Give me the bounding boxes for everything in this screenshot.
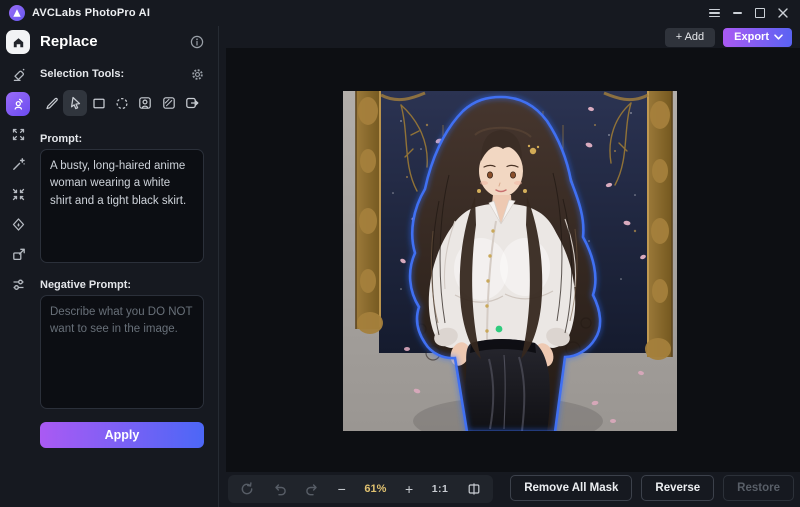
app-logo-icon — [9, 5, 25, 21]
mask-marker — [495, 325, 503, 333]
remove-all-mask-button[interactable]: Remove All Mask — [510, 475, 633, 501]
lasso-tool-icon[interactable] — [63, 90, 87, 116]
page-title: Replace — [40, 33, 98, 50]
app-title: AVCLabs PhotoPro AI — [32, 7, 151, 19]
zoom-level-value: 61% — [364, 483, 387, 495]
canvas-toolbar: − 61% + 1:1 — [228, 475, 493, 503]
brush-tool-icon[interactable] — [40, 90, 63, 116]
stage-footer: − 61% + 1:1 Remove All Mask Reverse Rest… — [219, 472, 800, 507]
magic-wand-icon[interactable] — [6, 152, 30, 176]
move-selection-icon[interactable] — [181, 90, 204, 116]
actual-size-button[interactable]: 1:1 — [432, 483, 449, 495]
gear-icon[interactable] — [191, 68, 204, 81]
close-icon[interactable] — [778, 8, 788, 18]
replace-icon[interactable] — [6, 92, 30, 116]
selection-tools-row — [40, 89, 204, 117]
cleanup-icon[interactable] — [6, 62, 30, 86]
tool-rail — [0, 26, 36, 507]
compare-icon[interactable] — [467, 482, 481, 496]
reset-icon[interactable] — [240, 482, 254, 496]
pattern-mask-icon[interactable] — [157, 90, 180, 116]
undo-icon[interactable] — [273, 482, 287, 496]
titlebar: AVCLabs PhotoPro AI — [0, 0, 800, 26]
colorize-icon[interactable] — [6, 212, 30, 236]
stage-header: + Add Export — [219, 26, 800, 48]
canvas-image[interactable] — [343, 91, 677, 431]
negative-prompt-label: Negative Prompt: — [40, 279, 132, 291]
apply-button[interactable]: Apply — [40, 422, 204, 448]
info-icon[interactable] — [190, 35, 204, 49]
subject-select-icon[interactable] — [134, 90, 157, 116]
resize-icon[interactable] — [6, 242, 30, 266]
minimize-icon[interactable] — [733, 12, 742, 14]
export-button-label: Export — [734, 31, 769, 43]
selection-tools-label: Selection Tools: — [40, 68, 125, 80]
prompt-input[interactable]: A busty, long-haired anime woman wearing… — [40, 149, 204, 263]
replace-panel: Replace Selection Tools: Prompt: A busty… — [36, 26, 219, 507]
zoom-in-button[interactable]: + — [405, 482, 413, 496]
app-window: AVCLabs PhotoPro AI Replace Selection To… — [0, 0, 800, 507]
compress-icon[interactable] — [6, 182, 30, 206]
maximize-icon[interactable] — [755, 8, 765, 18]
chevron-down-icon — [774, 34, 783, 40]
negative-prompt-input[interactable] — [40, 295, 204, 409]
menu-icon[interactable] — [709, 8, 720, 18]
adjust-icon[interactable] — [6, 272, 30, 296]
prompt-label: Prompt: — [40, 133, 83, 145]
canvas[interactable] — [226, 48, 800, 472]
zoom-out-button[interactable]: − — [338, 482, 346, 496]
enhance-icon[interactable] — [6, 122, 30, 146]
reverse-button[interactable]: Reverse — [641, 475, 715, 501]
home-icon[interactable] — [6, 30, 30, 54]
redo-icon[interactable] — [305, 482, 319, 496]
restore-button[interactable]: Restore — [723, 475, 794, 501]
stage: + Add Export − 61% + 1:1 Remove All Mask… — [219, 26, 800, 507]
export-button[interactable]: Export — [723, 27, 792, 47]
hair-ornament — [529, 147, 537, 155]
add-button[interactable]: + Add — [664, 27, 716, 47]
ellipse-select-icon[interactable] — [110, 90, 133, 116]
rectangle-select-icon[interactable] — [87, 90, 110, 116]
